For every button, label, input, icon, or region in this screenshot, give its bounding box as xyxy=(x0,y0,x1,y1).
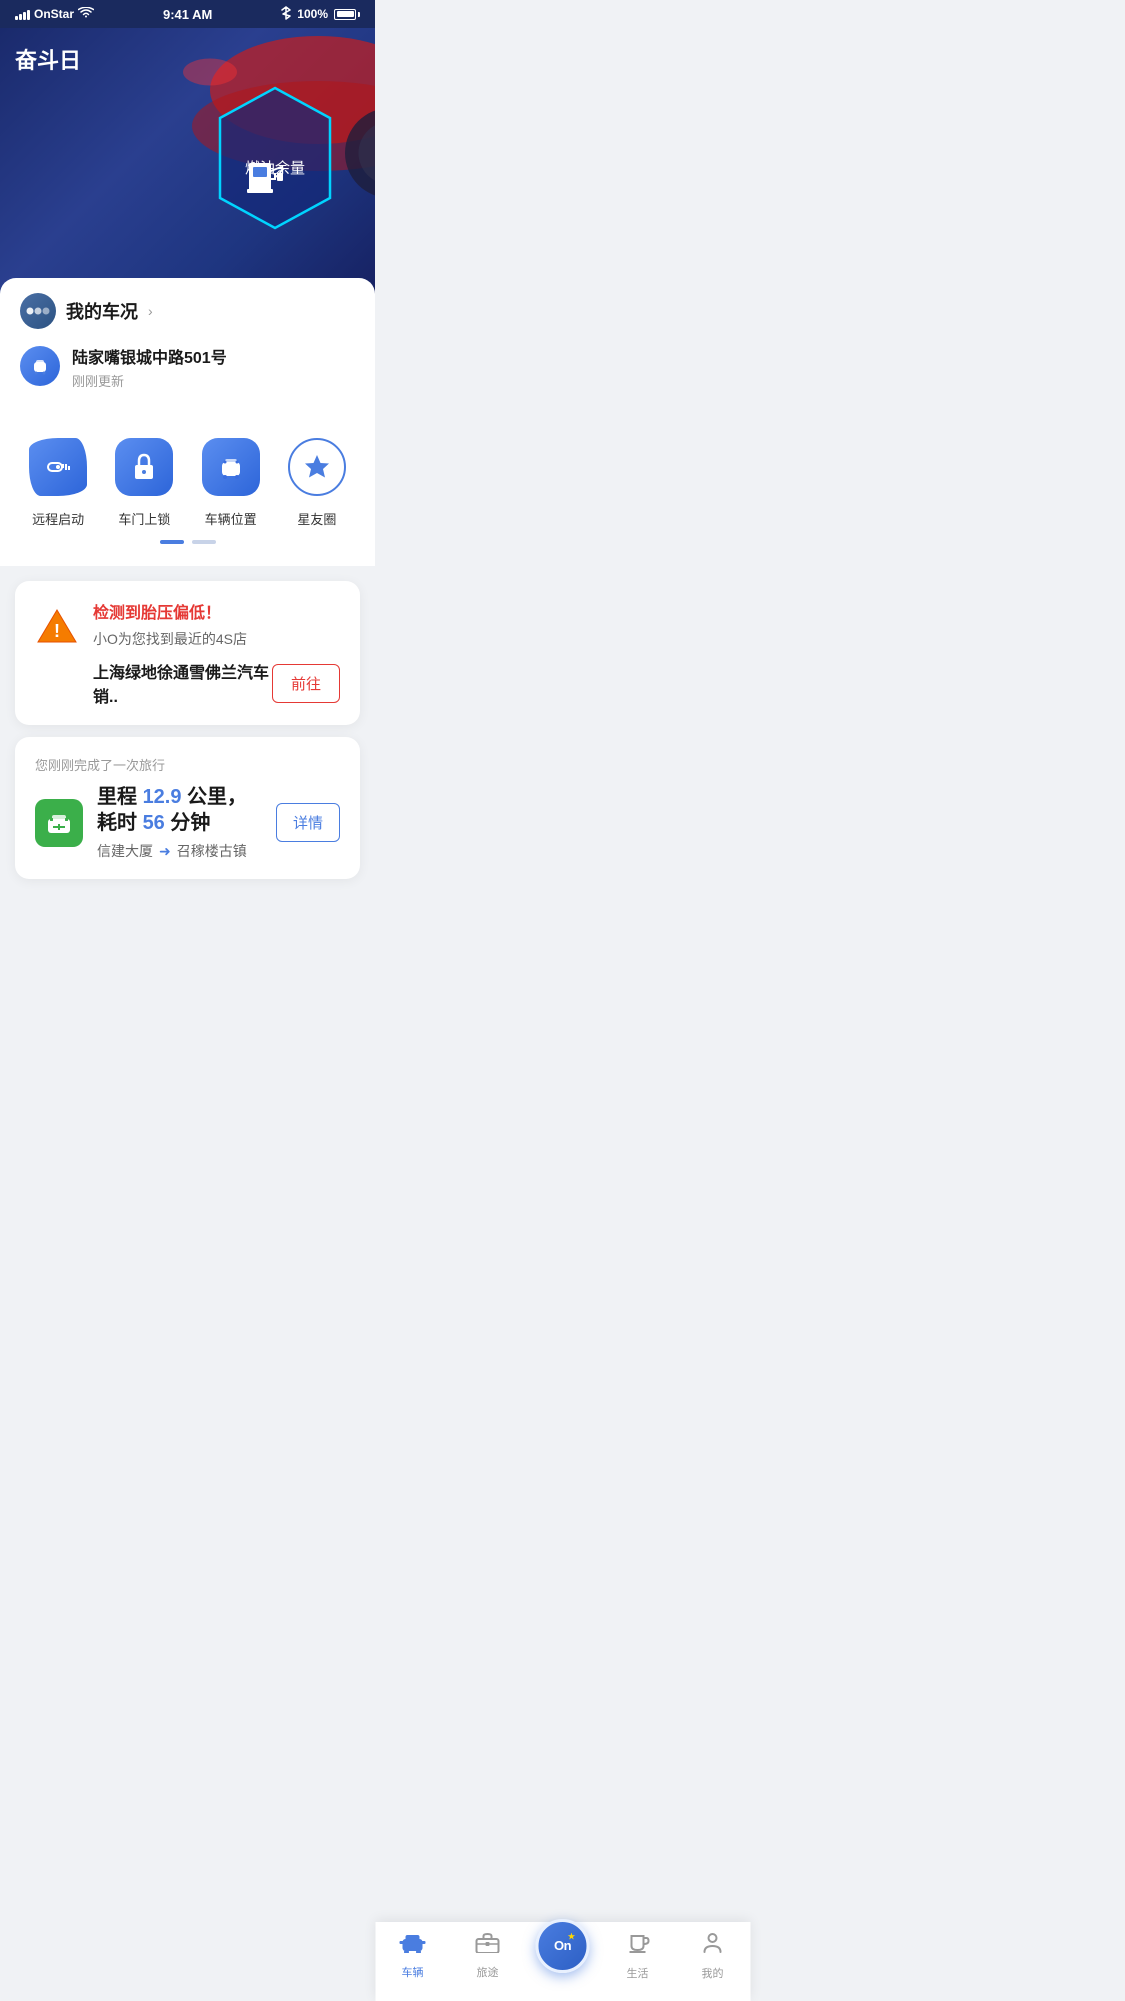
trip-card-body: 里程 12.9 公里，耗时 56 分钟 信建大厦 ➜ 召稼楼古镇 详情 xyxy=(35,784,340,861)
alert-action-button[interactable]: 前往 xyxy=(272,664,340,703)
tab-mine[interactable]: 我的 xyxy=(675,1930,750,1981)
svg-text:!: ! xyxy=(54,621,60,641)
tab-life-icon xyxy=(626,1930,650,1961)
tab-trip-icon xyxy=(475,1931,501,1960)
trip-detail-button[interactable]: 详情 xyxy=(276,803,340,842)
action-vehicle-location[interactable]: 车辆位置 xyxy=(199,435,263,528)
location-icon xyxy=(20,346,60,386)
trip-to: 召稼楼古镇 xyxy=(177,841,247,861)
hero-section: 奋斗日 xyxy=(0,28,375,308)
alert-shop-name: 上海绿地徐通雪佛兰汽车销.. xyxy=(93,659,272,707)
tab-onstar-icon: On ★ xyxy=(536,1919,590,1973)
page-title: 奋斗日 xyxy=(15,43,81,75)
fuel-widget[interactable]: 燃油余量 xyxy=(205,78,345,238)
trip-from: 信建大厦 xyxy=(97,841,153,861)
vehicle-status-label: 我的车况 xyxy=(66,298,138,324)
trip-distance: 里程 12.9 公里，耗时 56 分钟 xyxy=(97,784,262,836)
dot-1 xyxy=(160,540,184,544)
tab-trip[interactable]: 旅途 xyxy=(450,1931,525,1980)
wifi-icon xyxy=(78,7,94,22)
tab-mine-icon xyxy=(701,1930,725,1961)
vehicle-location-icon xyxy=(202,438,260,496)
battery-percentage: 100% xyxy=(297,7,328,21)
actions-grid: 远程启动 车门上锁 xyxy=(0,435,375,528)
tab-vehicle-icon xyxy=(400,1931,426,1960)
remote-start-icon xyxy=(29,438,87,496)
action-vehicle-location-label: 车辆位置 xyxy=(205,509,257,528)
tab-bar: 车辆 旅途 On ★ xyxy=(375,1922,750,2001)
trip-card-header: 您刚刚完成了一次旅行 xyxy=(35,755,340,774)
action-star-circle-label: 星友圈 xyxy=(297,509,336,528)
alert-title: 检测到胎压偏低！ xyxy=(93,599,340,623)
alert-card: ! 检测到胎压偏低！ 小O为您找到最近的4S店 上海绿地徐通雪佛兰汽车销.. 前… xyxy=(15,581,360,725)
tab-life-label: 生活 xyxy=(627,1965,649,1981)
action-star-circle[interactable]: 星友圈 xyxy=(285,435,349,528)
action-door-lock[interactable]: 车门上锁 xyxy=(112,435,176,528)
status-bar-left: OnStar xyxy=(15,7,94,22)
tab-vehicle[interactable]: 车辆 xyxy=(375,1931,450,1980)
action-door-lock-label: 车门上锁 xyxy=(118,509,170,528)
door-lock-icon xyxy=(115,438,173,496)
vehicle-section: 我的车况 › 陆家嘴银城中路501号 刚刚更新 xyxy=(0,278,375,415)
status-bar-time: 9:41 AM xyxy=(163,7,212,22)
location-info: 陆家嘴银城中路501号 刚刚更新 xyxy=(72,344,227,390)
buick-logo xyxy=(20,293,56,329)
trip-card: 您刚刚完成了一次旅行 里程 12.9 公里，耗时 56 分钟 信建大厦 ➜ 召稼… xyxy=(15,737,360,879)
alert-content: 检测到胎压偏低！ 小O为您找到最近的4S店 上海绿地徐通雪佛兰汽车销.. 前往 xyxy=(93,599,340,707)
pagination-dots xyxy=(0,528,375,556)
tab-onstar[interactable]: On ★ xyxy=(525,1939,600,1973)
location-address: 陆家嘴银城中路501号 xyxy=(72,344,227,368)
cards-section: ! 检测到胎压偏低！ 小O为您找到最近的4S店 上海绿地徐通雪佛兰汽车销.. 前… xyxy=(0,566,375,979)
trip-route: 信建大厦 ➜ 召稼楼古镇 xyxy=(97,841,262,861)
alert-subtitle: 小O为您找到最近的4S店 xyxy=(93,629,340,649)
carrier-label: OnStar xyxy=(34,7,74,21)
dot-2 xyxy=(192,540,216,544)
tab-life[interactable]: 生活 xyxy=(600,1930,675,1981)
status-bar: OnStar 9:41 AM 100% xyxy=(0,0,375,28)
status-bar-right: 100% xyxy=(281,6,360,23)
bluetooth-icon xyxy=(281,6,291,23)
action-remote-start-label: 远程启动 xyxy=(32,509,84,528)
trip-info: 里程 12.9 公里，耗时 56 分钟 信建大厦 ➜ 召稼楼古镇 xyxy=(97,784,262,861)
battery-icon xyxy=(334,9,360,20)
route-arrow-icon: ➜ xyxy=(159,843,171,860)
warning-icon: ! xyxy=(35,604,79,648)
trip-icon xyxy=(35,799,83,847)
signal-icon xyxy=(15,8,30,20)
vehicle-status-row[interactable]: 我的车况 › xyxy=(0,278,375,339)
tab-trip-label: 旅途 xyxy=(477,1964,499,1980)
location-row: 陆家嘴银城中路501号 刚刚更新 xyxy=(0,339,375,405)
location-updated: 刚刚更新 xyxy=(72,371,227,390)
action-remote-start[interactable]: 远程启动 xyxy=(26,435,90,528)
chevron-right-icon: › xyxy=(148,303,153,319)
tab-mine-label: 我的 xyxy=(702,1965,724,1981)
star-circle-icon xyxy=(288,438,346,496)
quick-actions: 远程启动 车门上锁 xyxy=(0,415,375,566)
tab-vehicle-label: 车辆 xyxy=(402,1964,424,1980)
